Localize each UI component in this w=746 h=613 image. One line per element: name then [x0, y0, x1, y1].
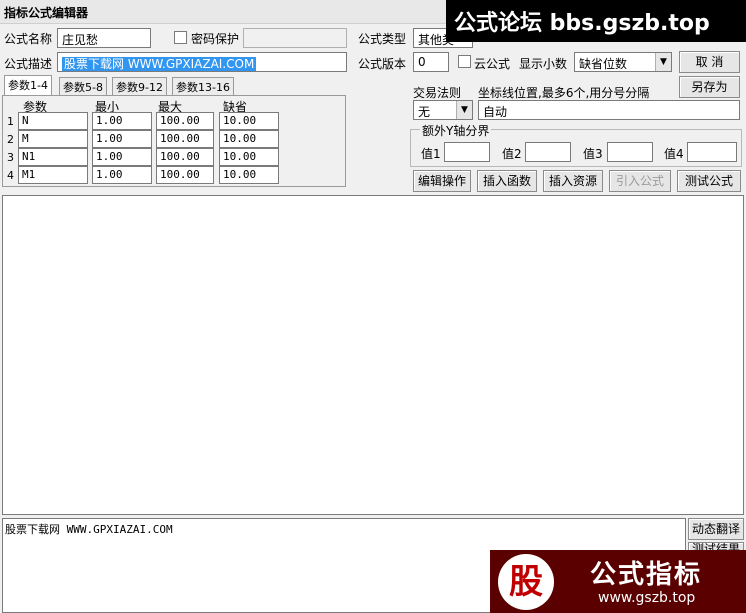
param-max-input[interactable]: 100.00: [156, 112, 214, 130]
formula-desc-input[interactable]: 股票下载网 WWW.GPXIAZAI.COM: [57, 52, 347, 72]
param-row-number: 2: [7, 133, 14, 146]
val3-input[interactable]: [607, 142, 653, 162]
param-default-input[interactable]: 10.00: [219, 112, 279, 130]
val1-input[interactable]: [444, 142, 490, 162]
val2-label: 值2: [502, 147, 522, 161]
decimals-select[interactable]: 缺省位数 ▼: [574, 52, 672, 72]
dynamic-translate-button[interactable]: 动态翻译: [688, 518, 744, 540]
param-max-input[interactable]: 100.00: [156, 148, 214, 166]
val2-input[interactable]: [525, 142, 571, 162]
formula-desc-label: 公式描述: [4, 57, 53, 71]
coord-label: 坐标线位置,最多6个,用分号分隔: [478, 86, 650, 100]
formula-version-label: 公式版本: [358, 57, 407, 71]
formula-code-editor[interactable]: [2, 195, 744, 515]
insert-resource-button[interactable]: 插入资源: [543, 170, 603, 192]
cancel-button[interactable]: 取 消: [679, 51, 740, 73]
param-min-input[interactable]: 1.00: [92, 148, 152, 166]
param-max-input[interactable]: 100.00: [156, 166, 214, 184]
tab-params-5-8[interactable]: 参数5-8: [59, 77, 107, 95]
val1-label: 值1: [421, 147, 441, 161]
save-as-button[interactable]: 另存为: [679, 76, 740, 98]
formula-name-label: 公式名称: [4, 32, 53, 46]
param-name-input[interactable]: N1: [18, 148, 88, 166]
forum-watermark-text: 公式论坛 bbs.gszb.top: [454, 11, 710, 36]
decimals-value: 缺省位数: [579, 57, 628, 71]
chevron-down-icon[interactable]: ▼: [655, 53, 671, 71]
brand-title: 公式指标: [590, 560, 703, 590]
val4-label: 值4: [664, 147, 684, 161]
extra-y-axis-label: 额外Y轴分界: [420, 122, 492, 139]
param-default-input[interactable]: 10.00: [219, 148, 279, 166]
password-input[interactable]: [243, 28, 347, 48]
chevron-down-icon[interactable]: ▼: [456, 101, 472, 119]
val4-input[interactable]: [687, 142, 737, 162]
cloud-formula-checkbox[interactable]: [458, 55, 471, 68]
brand-logo: 股: [498, 554, 554, 610]
param-default-input[interactable]: 10.00: [219, 166, 279, 184]
param-max-input[interactable]: 100.00: [156, 130, 214, 148]
trade-rule-value: 无: [418, 105, 431, 119]
formula-type-label: 公式类型: [358, 32, 407, 46]
param-min-input[interactable]: 1.00: [92, 166, 152, 184]
cloud-formula-label: 云公式: [474, 57, 511, 71]
formula-name-input[interactable]: 庄见愁: [57, 28, 151, 48]
password-checkbox[interactable]: [174, 31, 187, 44]
param-default-input[interactable]: 10.00: [219, 130, 279, 148]
insert-function-button[interactable]: 插入函数: [477, 170, 537, 192]
trade-rule-select[interactable]: 无 ▼: [413, 100, 473, 120]
trade-rule-label: 交易法则: [413, 86, 462, 100]
formula-version-input[interactable]: 0: [413, 52, 449, 72]
params-panel: 参数 最小 最大 缺省 1 N 1.00 100.00 10.00 2 M 1.…: [2, 95, 346, 187]
tab-params-9-12[interactable]: 参数9-12: [112, 77, 167, 95]
output-text: 股票下载网 WWW.GPXIAZAI.COM: [5, 523, 173, 536]
decimals-label: 显示小数: [519, 57, 568, 71]
test-formula-button[interactable]: 测试公式: [677, 170, 741, 192]
param-row-number: 4: [7, 169, 14, 182]
param-min-input[interactable]: 1.00: [92, 112, 152, 130]
tab-params-1-4[interactable]: 参数1-4: [4, 75, 52, 96]
import-formula-button[interactable]: 引入公式: [609, 170, 671, 192]
val3-label: 值3: [583, 147, 603, 161]
param-name-input[interactable]: M1: [18, 166, 88, 184]
forum-watermark: 公式论坛 bbs.gszb.top: [446, 0, 746, 42]
brand-watermark: 股 公式指标 www.gszb.top: [490, 550, 746, 613]
password-label: 密码保护: [191, 32, 240, 46]
param-row-number: 1: [7, 115, 14, 128]
param-min-input[interactable]: 1.00: [92, 130, 152, 148]
tab-params-13-16[interactable]: 参数13-16: [172, 77, 234, 95]
param-name-input[interactable]: N: [18, 112, 88, 130]
edit-ops-button[interactable]: 编辑操作: [413, 170, 471, 192]
param-row-number: 3: [7, 151, 14, 164]
brand-url: www.gszb.top: [598, 590, 696, 606]
formula-desc-value: 股票下载网 WWW.GPXIAZAI.COM: [62, 57, 257, 71]
window-title: 指标公式编辑器: [4, 6, 89, 20]
param-name-input[interactable]: M: [18, 130, 88, 148]
coord-input[interactable]: 自动: [478, 100, 740, 120]
